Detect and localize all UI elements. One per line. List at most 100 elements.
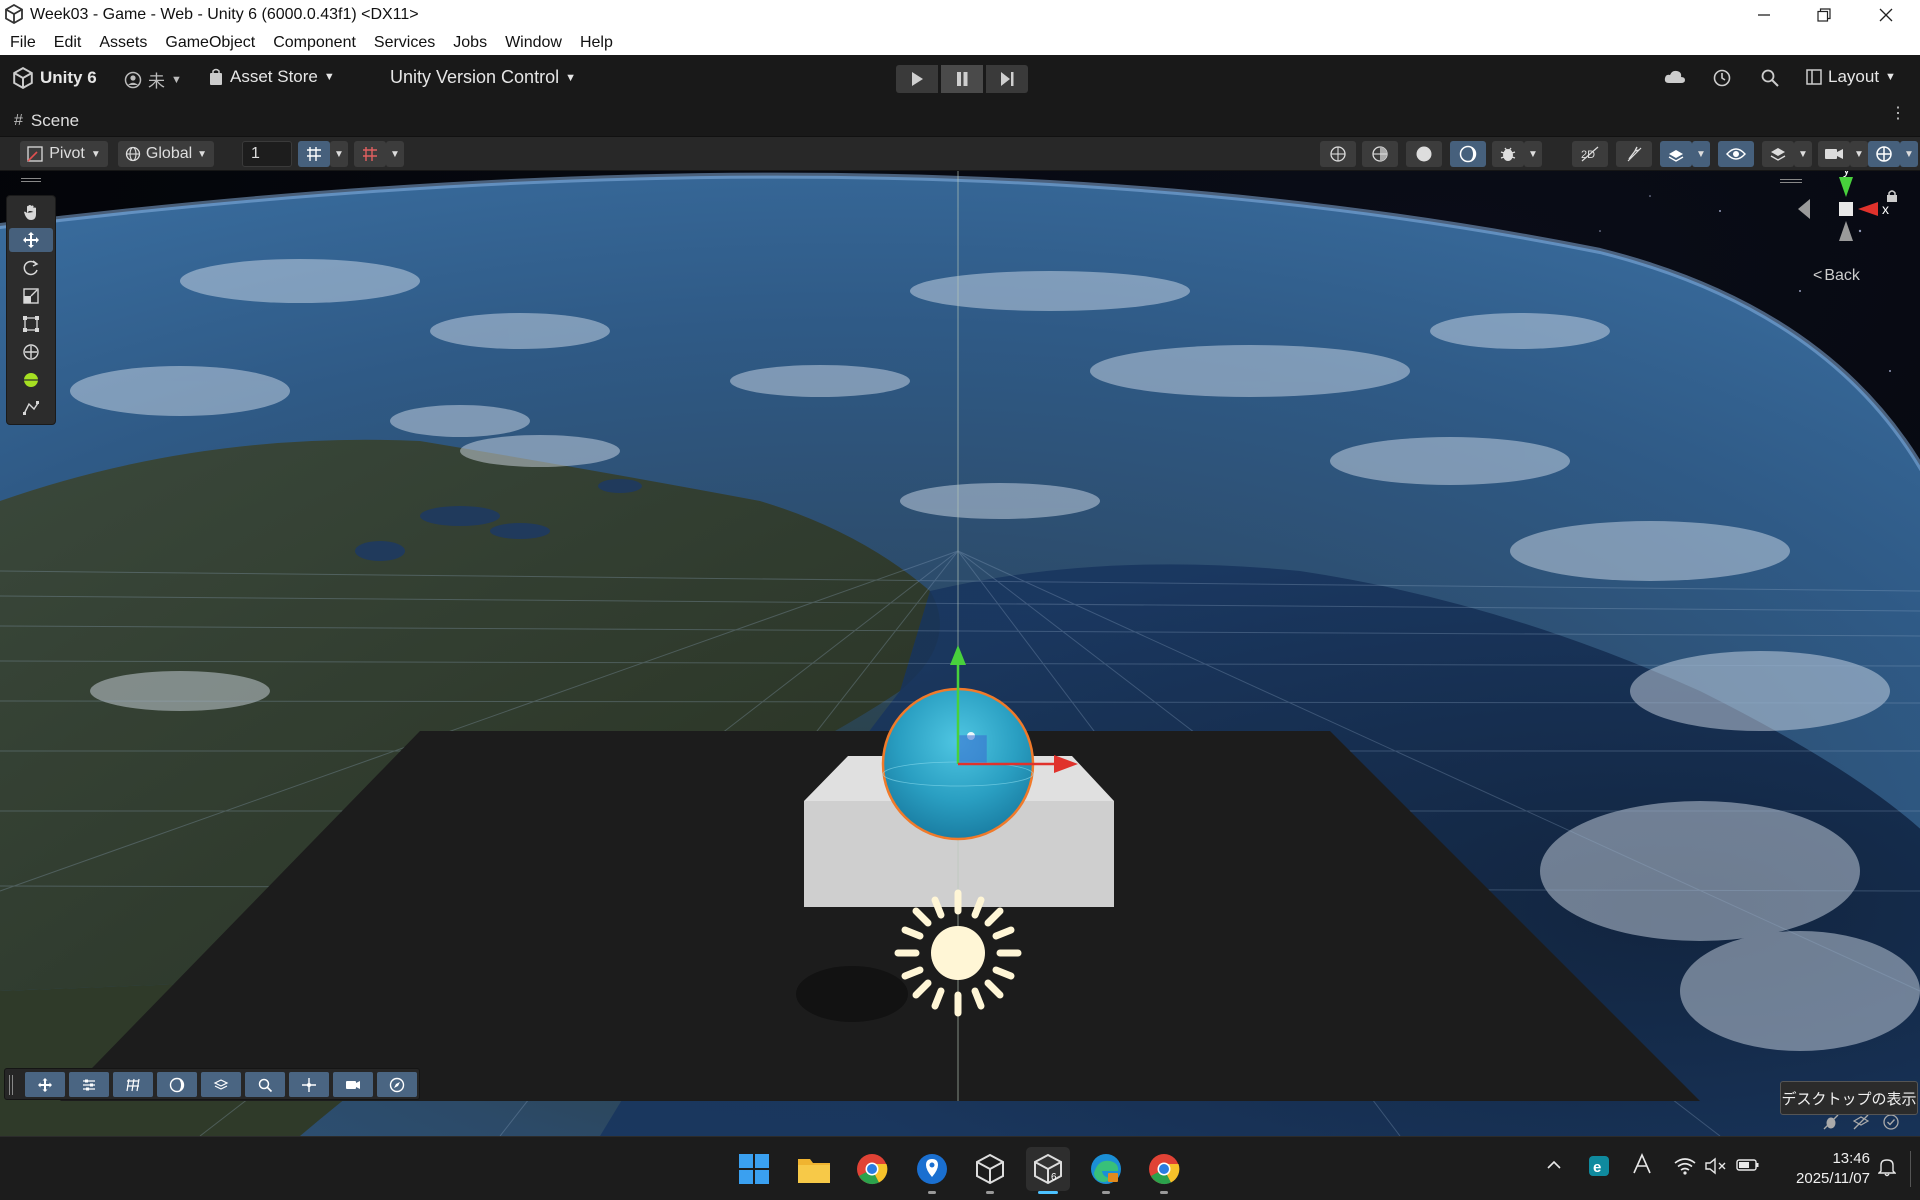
asset-store-dropdown[interactable]: Asset Store ▼ xyxy=(208,67,335,87)
node-path-icon xyxy=(23,401,39,415)
effects-dropdown[interactable]: ▼ xyxy=(1692,141,1710,167)
restore-button[interactable] xyxy=(1796,0,1852,30)
grid-snap-input[interactable]: 1 xyxy=(242,141,292,167)
bell-icon xyxy=(1877,1159,1897,1177)
layers-off-icon[interactable] xyxy=(1852,1113,1870,1131)
show-hidden-icons-button[interactable] xyxy=(1546,1157,1562,1178)
grid-icon xyxy=(363,147,377,161)
volume-button[interactable] xyxy=(1704,1157,1728,1180)
gizmos-button[interactable] xyxy=(1868,141,1900,167)
overlay-settings-button[interactable] xyxy=(69,1072,109,1097)
taskbar-unity-editor[interactable]: 6 xyxy=(1026,1147,1070,1194)
overlay-pivot-button[interactable] xyxy=(289,1072,329,1097)
taskbar-maps[interactable] xyxy=(910,1147,954,1194)
minimize-icon xyxy=(1758,14,1770,16)
overlay-move-button[interactable] xyxy=(25,1072,65,1097)
overlay-layers-button[interactable] xyxy=(201,1072,241,1097)
effects-button[interactable] xyxy=(1660,141,1692,167)
start-button[interactable] xyxy=(732,1147,776,1191)
menu-window[interactable]: Window xyxy=(505,34,562,52)
wireframe-shading-button[interactable] xyxy=(1320,141,1356,167)
menu-gameobject[interactable]: GameObject xyxy=(165,34,255,52)
unity-brand[interactable]: Unity 6 xyxy=(12,67,97,89)
rect-tool-button[interactable] xyxy=(9,312,53,336)
gizmo-view-text: Back xyxy=(1824,267,1860,284)
debug-draw-button[interactable] xyxy=(1492,141,1524,167)
wifi-button[interactable] xyxy=(1674,1157,1696,1180)
grid-dropdown[interactable]: ▼ xyxy=(386,141,404,167)
custom-tool-button[interactable] xyxy=(9,368,53,392)
overlay-camera-button[interactable] xyxy=(333,1072,373,1097)
minimize-button[interactable] xyxy=(1736,0,1792,30)
unlit-button[interactable] xyxy=(1450,141,1486,167)
layers-button[interactable] xyxy=(1762,141,1794,167)
show-desktop-button[interactable] xyxy=(1910,1151,1911,1187)
search-button[interactable] xyxy=(1760,68,1780,88)
menu-edit[interactable]: Edit xyxy=(54,34,82,52)
grid-snap-button[interactable] xyxy=(298,141,330,167)
ime-indicator[interactable] xyxy=(1632,1153,1652,1181)
tray-app-e[interactable]: e xyxy=(1588,1155,1610,1182)
view-tool-button[interactable] xyxy=(9,200,53,224)
gizmos-dropdown[interactable]: ▼ xyxy=(1900,141,1918,167)
palette-drag-handle[interactable] xyxy=(21,178,41,182)
layout-dropdown[interactable]: Layout ▼ xyxy=(1806,67,1896,87)
camera-settings-button[interactable] xyxy=(1818,141,1850,167)
gizmo-view-label[interactable]: < Back xyxy=(1813,267,1860,285)
menu-services[interactable]: Services xyxy=(374,34,435,52)
overlay-search-button[interactable] xyxy=(245,1072,285,1097)
account-dropdown[interactable]: 未 ▼ xyxy=(124,67,182,92)
taskbar-file-explorer[interactable] xyxy=(792,1147,836,1191)
taskbar-edge[interactable] xyxy=(1084,1147,1128,1194)
move-tool-button[interactable] xyxy=(9,228,53,252)
overlay-grid-button[interactable] xyxy=(113,1072,153,1097)
grid-snap-dropdown[interactable]: ▼ xyxy=(330,141,348,167)
layers-dropdown[interactable]: ▼ xyxy=(1794,141,1812,167)
global-dropdown[interactable]: Global ▼ xyxy=(118,141,214,167)
transform-tool-button[interactable] xyxy=(9,340,53,364)
version-control-dropdown[interactable]: Unity Version Control ▼ xyxy=(390,67,576,88)
overlay-drag-handle[interactable] xyxy=(1780,179,1802,183)
orientation-gizmo[interactable]: y x < Back xyxy=(1776,171,1896,297)
scene-viewport[interactable]: y x < Back xyxy=(0,171,1920,1136)
debug-draw-dropdown[interactable]: ▼ xyxy=(1524,141,1542,167)
pivot-dropdown[interactable]: Pivot ▼ xyxy=(20,141,108,167)
pause-button[interactable] xyxy=(941,65,983,93)
lock-icon[interactable] xyxy=(1886,189,1898,206)
notifications-button[interactable] xyxy=(1877,1157,1897,1182)
cloud-button[interactable] xyxy=(1664,69,1686,85)
bug-off-icon[interactable] xyxy=(1822,1113,1840,1131)
battery-button[interactable] xyxy=(1736,1157,1760,1178)
shaded-button[interactable] xyxy=(1406,141,1442,167)
menu-component[interactable]: Component xyxy=(273,34,356,52)
camera-dropdown[interactable]: ▼ xyxy=(1850,141,1868,167)
overlay-toolbar-handle[interactable] xyxy=(9,1075,13,1095)
camera-icon xyxy=(346,1080,360,1089)
taskbar-chrome[interactable] xyxy=(850,1147,894,1191)
probe-tool-button[interactable] xyxy=(9,396,53,420)
taskbar-clock[interactable]: 13:46 2025/11/07 xyxy=(1770,1149,1870,1189)
rotate-tool-button[interactable] xyxy=(9,256,53,280)
shaded-wireframe-button[interactable] xyxy=(1362,141,1398,167)
grid-visibility-button[interactable] xyxy=(354,141,386,167)
menu-assets[interactable]: Assets xyxy=(99,34,147,52)
2d-toggle-button[interactable]: 2D xyxy=(1572,141,1608,167)
menu-jobs[interactable]: Jobs xyxy=(453,34,487,52)
sliders-icon xyxy=(83,1079,95,1090)
lighting-toggle-button[interactable] xyxy=(1616,141,1652,167)
check-circle-icon[interactable] xyxy=(1882,1113,1900,1131)
menu-help[interactable]: Help xyxy=(580,34,613,52)
more-options-icon[interactable]: ⋮ xyxy=(1890,106,1906,122)
taskbar-chrome-2[interactable] xyxy=(1142,1147,1186,1194)
overlay-render-mode-button[interactable] xyxy=(157,1072,197,1097)
overlay-compass-button[interactable] xyxy=(377,1072,417,1097)
scale-tool-button[interactable] xyxy=(9,284,53,308)
menu-file[interactable]: File xyxy=(10,34,36,52)
tab-scene[interactable]: # Scene xyxy=(14,111,79,131)
history-button[interactable] xyxy=(1712,68,1732,88)
close-button[interactable] xyxy=(1858,0,1914,30)
taskbar-unity-hub[interactable] xyxy=(968,1147,1012,1194)
play-button[interactable] xyxy=(896,65,938,93)
scene-visibility-button[interactable] xyxy=(1718,141,1754,167)
step-button[interactable] xyxy=(986,65,1028,93)
